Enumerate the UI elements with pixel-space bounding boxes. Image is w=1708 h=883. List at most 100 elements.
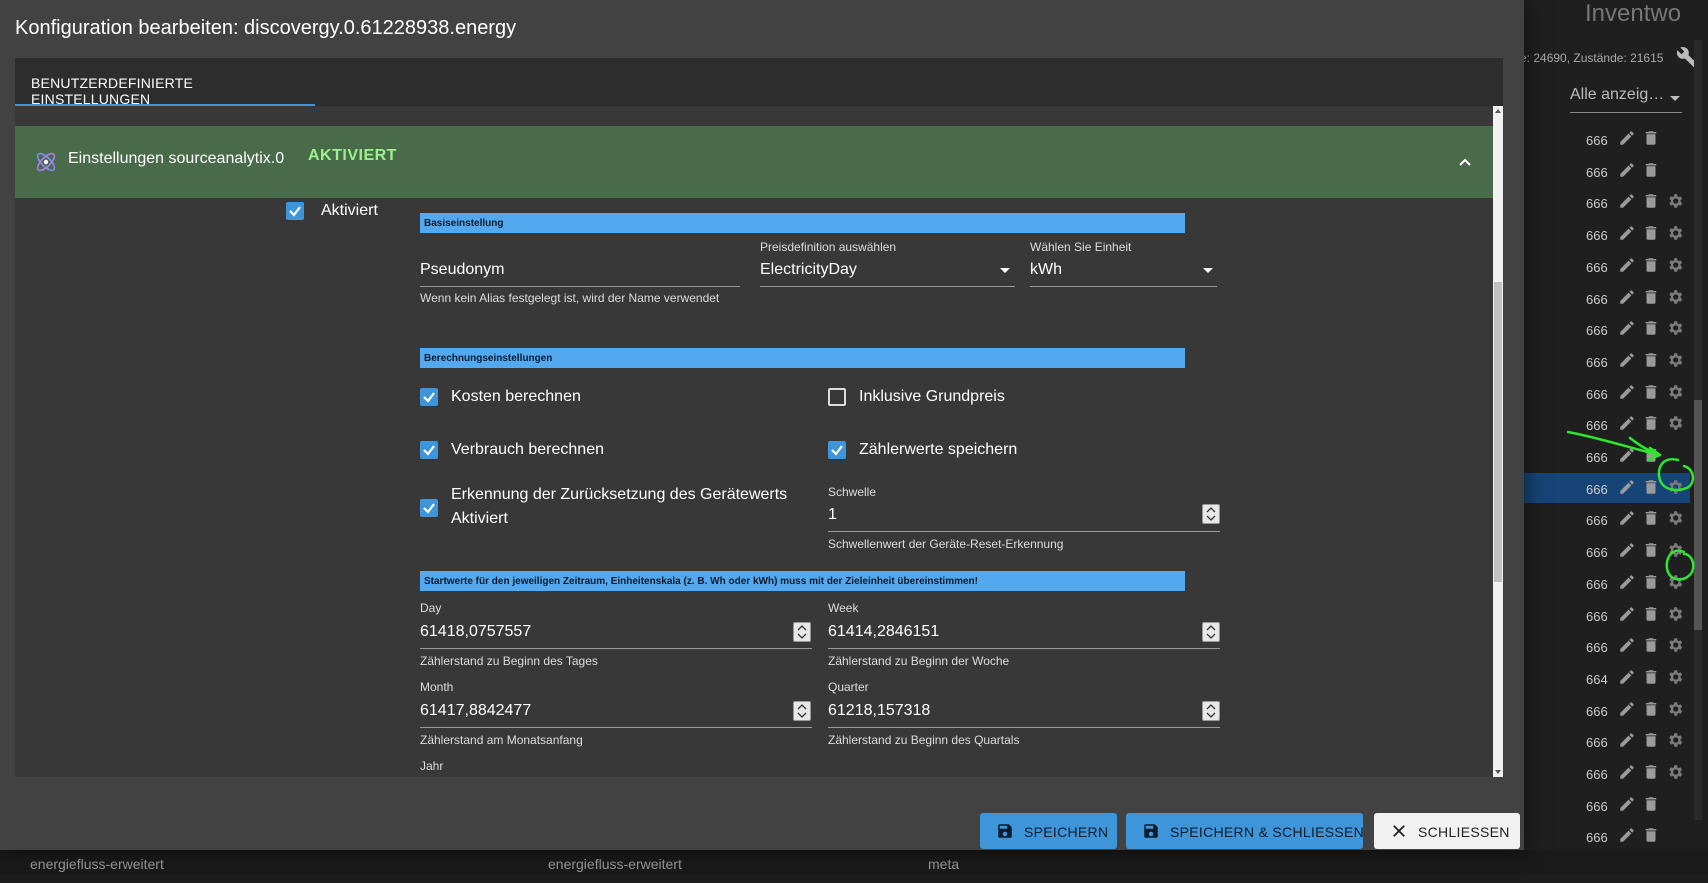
gear-icon[interactable] [1666, 351, 1684, 369]
pseudonym-input[interactable]: Pseudonym [420, 261, 505, 279]
pencil-icon[interactable] [1618, 319, 1636, 337]
pencil-icon[interactable] [1618, 636, 1636, 654]
chevron-up-icon[interactable] [1458, 155, 1472, 169]
object-row[interactable]: 666 [1520, 473, 1690, 503]
trash-icon[interactable] [1642, 129, 1660, 147]
trash-icon[interactable] [1642, 636, 1660, 654]
gear-icon[interactable] [1666, 319, 1684, 337]
pencil-icon[interactable] [1618, 478, 1636, 496]
gear-icon[interactable] [1666, 541, 1684, 559]
trash-icon[interactable] [1642, 351, 1660, 369]
gear-icon[interactable] [1666, 192, 1684, 210]
trash-icon[interactable] [1642, 541, 1660, 559]
tab-custom-settings[interactable]: BENUTZERDEFINIERTE EINSTELLUNGEN [15, 58, 315, 107]
preis-select[interactable]: ElectricityDay [760, 261, 857, 279]
gear-icon[interactable] [1666, 509, 1684, 527]
gear-icon[interactable] [1666, 636, 1684, 654]
object-row[interactable]: 666 [1520, 821, 1690, 851]
gear-icon[interactable] [1666, 573, 1684, 591]
pencil-icon[interactable] [1618, 414, 1636, 432]
reset-checkbox[interactable] [420, 499, 438, 517]
object-row[interactable]: 666 [1520, 600, 1690, 630]
trash-icon[interactable] [1642, 161, 1660, 179]
object-row[interactable]: 664 [1520, 663, 1690, 693]
zaehler-checkbox[interactable] [828, 441, 846, 459]
object-row[interactable]: 666 [1520, 156, 1690, 186]
object-row[interactable]: 666 [1520, 726, 1690, 756]
gear-icon[interactable] [1666, 731, 1684, 749]
pencil-icon[interactable] [1618, 541, 1636, 559]
object-row[interactable]: 666 [1520, 504, 1690, 534]
gear-icon[interactable] [1666, 288, 1684, 306]
trash-icon[interactable] [1642, 192, 1660, 210]
trash-icon[interactable] [1642, 256, 1660, 274]
object-row[interactable]: 666 [1520, 758, 1690, 788]
pencil-icon[interactable] [1618, 795, 1636, 813]
close-button[interactable]: SCHLIESSEN [1374, 813, 1520, 849]
object-row[interactable]: 666 [1520, 187, 1690, 217]
pencil-icon[interactable] [1618, 224, 1636, 242]
day-input[interactable]: 61418,0757557 [420, 623, 531, 641]
save-and-close-button[interactable]: SPEICHERN & SCHLIESSEN [1126, 813, 1364, 849]
filter-select[interactable]: Alle anzeig… [1570, 86, 1682, 113]
trash-icon[interactable] [1642, 700, 1660, 718]
object-row[interactable]: 666 [1520, 536, 1690, 566]
object-row[interactable]: 666 [1520, 695, 1690, 725]
gear-icon[interactable] [1666, 700, 1684, 718]
gear-icon[interactable] [1666, 414, 1684, 432]
panel-header[interactable]: Einstellungen sourceanalytix.0 AKTIVIERT [15, 126, 1495, 198]
quarter-spinner[interactable] [1202, 701, 1220, 721]
pencil-icon[interactable] [1618, 668, 1636, 686]
schwelle-input[interactable]: 1 [828, 506, 837, 524]
object-row[interactable]: 666 [1520, 314, 1690, 344]
object-row[interactable]: 666 [1520, 346, 1690, 376]
day-spinner[interactable] [793, 622, 811, 642]
gear-icon[interactable] [1666, 256, 1684, 274]
scroll-down-icon[interactable] [1495, 770, 1501, 774]
trash-icon[interactable] [1642, 826, 1660, 844]
pencil-icon[interactable] [1618, 161, 1636, 179]
trash-icon[interactable] [1642, 446, 1660, 464]
gear-icon[interactable] [1666, 605, 1684, 623]
object-row[interactable]: 666 [1520, 251, 1690, 281]
content-scrollbar[interactable] [1493, 106, 1503, 777]
trash-icon[interactable] [1642, 795, 1660, 813]
pencil-icon[interactable] [1618, 605, 1636, 623]
pencil-icon[interactable] [1618, 573, 1636, 591]
object-row[interactable]: 666 [1520, 124, 1690, 154]
gear-icon[interactable] [1666, 763, 1684, 781]
aktiviert-checkbox[interactable] [286, 202, 304, 220]
trash-icon[interactable] [1642, 668, 1660, 686]
pencil-icon[interactable] [1618, 192, 1636, 210]
grundpreis-checkbox[interactable] [828, 388, 846, 406]
pencil-icon[interactable] [1618, 731, 1636, 749]
trash-icon[interactable] [1642, 478, 1660, 496]
pencil-icon[interactable] [1618, 256, 1636, 274]
kosten-checkbox[interactable] [420, 388, 438, 406]
gear-icon[interactable] [1666, 668, 1684, 686]
object-row[interactable]: 666 [1520, 568, 1690, 598]
pencil-icon[interactable] [1618, 509, 1636, 527]
scroll-up-icon[interactable] [1495, 109, 1501, 113]
object-row[interactable]: 666 [1520, 790, 1690, 820]
gear-icon[interactable] [1666, 224, 1684, 242]
trash-icon[interactable] [1642, 573, 1660, 591]
trash-icon[interactable] [1642, 288, 1660, 306]
object-row[interactable]: 666 [1520, 219, 1690, 249]
bottom-item[interactable]: meta [928, 856, 959, 872]
pencil-icon[interactable] [1618, 700, 1636, 718]
einheit-select[interactable]: kWh [1030, 261, 1062, 279]
trash-icon[interactable] [1642, 763, 1660, 781]
trash-icon[interactable] [1642, 605, 1660, 623]
verbrauch-checkbox[interactable] [420, 441, 438, 459]
pencil-icon[interactable] [1618, 383, 1636, 401]
pencil-icon[interactable] [1618, 763, 1636, 781]
object-row[interactable]: 666 [1520, 283, 1690, 313]
pencil-icon[interactable] [1618, 351, 1636, 369]
week-input[interactable]: 61414,2846151 [828, 623, 939, 641]
pencil-icon[interactable] [1618, 288, 1636, 306]
object-row[interactable]: 666 [1520, 441, 1690, 471]
quarter-input[interactable]: 61218,157318 [828, 702, 930, 720]
pencil-icon[interactable] [1618, 826, 1636, 844]
pencil-icon[interactable] [1618, 129, 1636, 147]
